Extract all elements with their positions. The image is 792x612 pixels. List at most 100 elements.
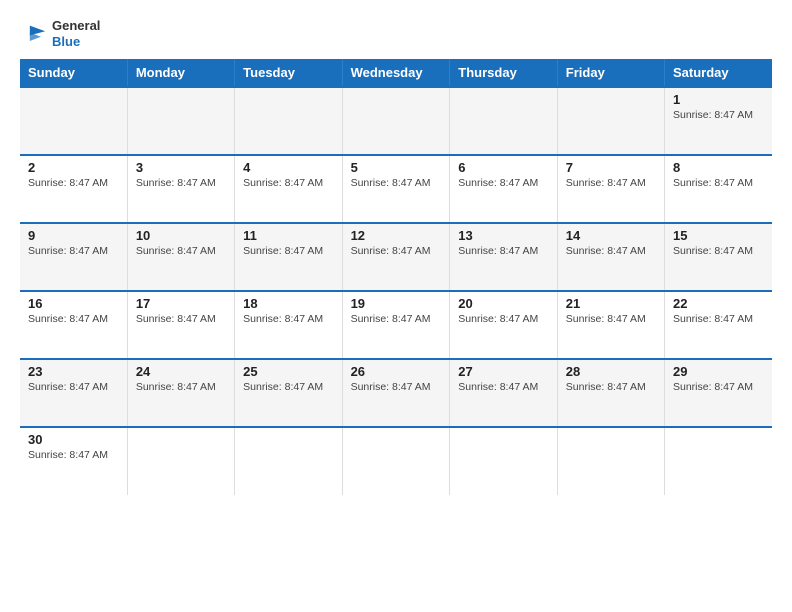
day-info: Sunrise: 8:47 AM — [673, 109, 764, 121]
day-number: 12 — [351, 228, 442, 243]
day-number: 18 — [243, 296, 333, 311]
calendar-cell: 25 Sunrise: 8:47 AM — [235, 359, 342, 427]
calendar-cell: 8 Sunrise: 8:47 AM — [664, 155, 772, 223]
day-info: Sunrise: 8:47 AM — [566, 177, 656, 189]
calendar-cell: 20 Sunrise: 8:47 AM — [450, 291, 558, 359]
calendar-cell: 6Sunrise: 8:47 AM — [450, 155, 558, 223]
calendar-cell: 21 Sunrise: 8:47 AM — [557, 291, 664, 359]
week-row-3: 16Sunrise: 8:47 AM17Sunrise: 8:47 AM18Su… — [20, 291, 772, 359]
calendar-cell — [342, 427, 450, 495]
calendar-cell: 5Sunrise: 8:47 AM — [342, 155, 450, 223]
day-info: Sunrise: 8:47 AM — [28, 177, 119, 189]
day-info: Sunrise: 8:47 AM — [673, 177, 764, 189]
calendar-cell: 13 Sunrise: 8:47 AM — [450, 223, 558, 291]
calendar-cell: 4 Sunrise: 8:47 AM — [235, 155, 342, 223]
calendar-cell: 23 Sunrise: 8:47 AM — [20, 359, 127, 427]
day-number: 7 — [566, 160, 656, 175]
calendar-cell: 19 Sunrise: 8:47 AM — [342, 291, 450, 359]
day-number: 21 — [566, 296, 656, 311]
calendar-cell: 1 Sunrise: 8:47 AM — [664, 87, 772, 155]
calendar-cell: 3Sunrise: 8:47 AM — [127, 155, 234, 223]
calendar-cell — [127, 87, 234, 155]
day-number: 23 — [28, 364, 119, 379]
day-info: Sunrise: 8:47 AM — [458, 313, 549, 325]
day-number: 28 — [566, 364, 656, 379]
day-number: 27 — [458, 364, 549, 379]
day-info: Sunrise: 8:47 AM — [673, 313, 764, 325]
calendar-cell: 27 Sunrise: 8:47 AM — [450, 359, 558, 427]
day-number: 29 — [673, 364, 764, 379]
page: General Blue Sunday Monday Tuesday Wedne… — [0, 0, 792, 612]
day-number: 22 — [673, 296, 764, 311]
col-monday: Monday — [127, 59, 234, 87]
logo-text: General Blue — [52, 18, 100, 49]
col-thursday: Thursday — [450, 59, 558, 87]
calendar-cell — [127, 427, 234, 495]
calendar-table: Sunday Monday Tuesday Wednesday Thursday… — [20, 59, 772, 495]
calendar-cell: 16Sunrise: 8:47 AM — [20, 291, 127, 359]
calendar-cell — [450, 87, 558, 155]
calendar-cell: 18Sunrise: 8:47 AM — [235, 291, 342, 359]
day-info: Sunrise: 8:47 AM — [458, 381, 549, 393]
day-info: Sunrise: 8:47 AM — [351, 177, 442, 189]
day-info: Sunrise: 8:47 AM — [28, 381, 119, 393]
day-number: 24 — [136, 364, 226, 379]
day-info: Sunrise: 8:47 AM — [458, 245, 549, 257]
day-info: Sunrise: 8:47 AM — [351, 245, 442, 257]
day-number: 11 — [243, 228, 333, 243]
day-info: Sunrise: 8:47 AM — [351, 381, 442, 393]
calendar-cell: 14 Sunrise: 8:47 AM — [557, 223, 664, 291]
day-info: Sunrise: 8:47 AM — [28, 313, 119, 325]
header: General Blue — [0, 0, 792, 59]
calendar-cell — [664, 427, 772, 495]
day-info: Sunrise: 8:47 AM — [566, 313, 656, 325]
calendar-cell — [235, 427, 342, 495]
day-info: Sunrise: 8:47 AM — [673, 245, 764, 257]
day-info: Sunrise: 8:47 AM — [566, 245, 656, 257]
logo: General Blue — [20, 18, 100, 49]
calendar-cell: 17 Sunrise: 8:47 AM — [127, 291, 234, 359]
calendar-cell: 10Sunrise: 8:47 AM — [127, 223, 234, 291]
calendar-cell: 26Sunrise: 8:47 AM — [342, 359, 450, 427]
day-number: 8 — [673, 160, 764, 175]
calendar-cell: 22 Sunrise: 8:47 AM — [664, 291, 772, 359]
calendar-cell — [235, 87, 342, 155]
col-wednesday: Wednesday — [342, 59, 450, 87]
day-number: 2 — [28, 160, 119, 175]
col-sunday: Sunday — [20, 59, 127, 87]
day-info: Sunrise: 8:47 AM — [351, 313, 442, 325]
calendar-cell: 11 Sunrise: 8:47 AM — [235, 223, 342, 291]
day-info: Sunrise: 8:47 AM — [136, 381, 226, 393]
day-number: 4 — [243, 160, 333, 175]
week-row-0: 1 Sunrise: 8:47 AM — [20, 87, 772, 155]
calendar-cell: 29 Sunrise: 8:47 AM — [664, 359, 772, 427]
calendar-cell — [557, 427, 664, 495]
calendar-cell: 24 Sunrise: 8:47 AM — [127, 359, 234, 427]
calendar-cell — [450, 427, 558, 495]
day-info: Sunrise: 8:47 AM — [136, 313, 226, 325]
day-number: 1 — [673, 92, 764, 107]
day-number: 14 — [566, 228, 656, 243]
day-number: 3 — [136, 160, 226, 175]
calendar-cell: 15Sunrise: 8:47 AM — [664, 223, 772, 291]
day-number: 17 — [136, 296, 226, 311]
day-info: Sunrise: 8:47 AM — [673, 381, 764, 393]
calendar-cell: 12 Sunrise: 8:47 AM — [342, 223, 450, 291]
col-friday: Friday — [557, 59, 664, 87]
day-number: 19 — [351, 296, 442, 311]
calendar-cell — [557, 87, 664, 155]
day-info: Sunrise: 8:47 AM — [243, 245, 333, 257]
day-info: Sunrise: 8:47 AM — [243, 381, 333, 393]
day-number: 25 — [243, 364, 333, 379]
day-number: 20 — [458, 296, 549, 311]
week-row-4: 23 Sunrise: 8:47 AM 24 Sunrise: 8:47 AM 25 Su… — [20, 359, 772, 427]
day-info: Sunrise: 8:47 AM — [566, 381, 656, 393]
day-info: Sunrise: 8:47 AM — [28, 449, 119, 461]
calendar-cell: 30Sunrise: 8:47 AM — [20, 427, 127, 495]
day-number: 13 — [458, 228, 549, 243]
week-row-2: 9Sunrise: 8:47 AM10Sunrise: 8:47 AM11Sun… — [20, 223, 772, 291]
day-info: Sunrise: 8:47 AM — [28, 245, 119, 257]
day-info: Sunrise: 8:47 AM — [243, 177, 333, 189]
col-saturday: Saturday — [664, 59, 772, 87]
calendar-cell: 28 Sunrise: 8:47 AM — [557, 359, 664, 427]
